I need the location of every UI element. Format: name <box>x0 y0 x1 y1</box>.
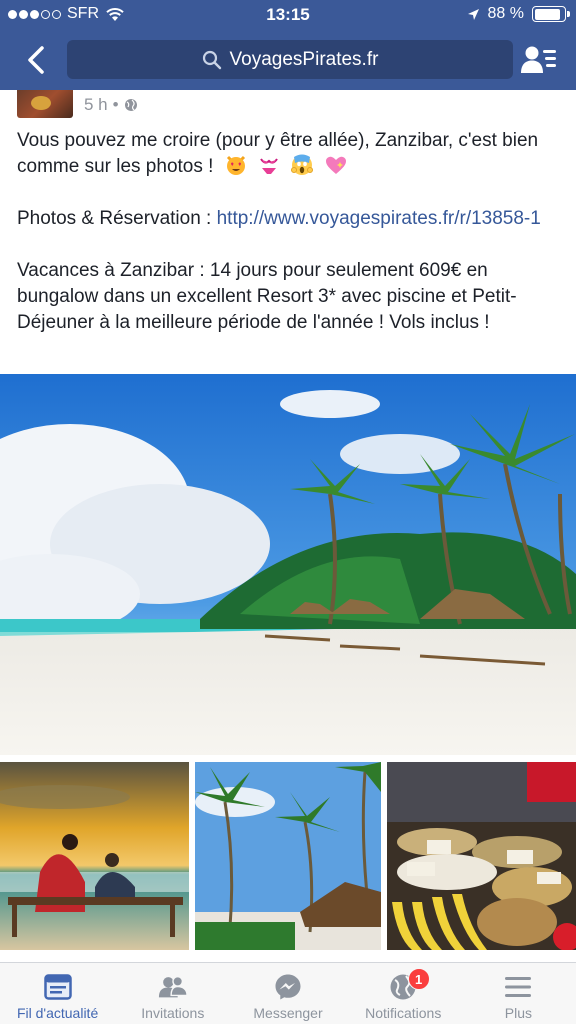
friend-requests-icon <box>521 46 556 73</box>
post-timestamp[interactable]: 5 h • <box>84 95 138 115</box>
bikini-emoji <box>260 158 278 174</box>
sparkling-heart-emoji <box>325 156 346 174</box>
tab-messenger[interactable]: Messenger <box>230 963 345 1024</box>
status-bar: SFR 13:15 88 % <box>0 0 576 32</box>
chevron-left-icon <box>28 46 44 74</box>
post-header: 5 h • <box>17 90 557 118</box>
reservation-label: Photos & Réservation : <box>17 208 217 229</box>
market-spices-photo[interactable] <box>387 762 576 950</box>
friends-icon <box>158 975 188 998</box>
tab-notifications[interactable]: 1 Notifications <box>346 963 461 1024</box>
beach-photo[interactable] <box>0 374 576 755</box>
sunset-couple-photo[interactable] <box>0 762 189 950</box>
search-icon <box>202 50 221 69</box>
friend-requests-button[interactable] <box>520 42 558 78</box>
heart-eyes-cat-emoji <box>226 155 245 175</box>
tab-label: Fil d'actualité <box>16 1005 99 1021</box>
tab-more[interactable]: Plus <box>461 963 576 1024</box>
search-text: VoyagesPirates.fr <box>229 48 379 70</box>
palm-trees-photo[interactable] <box>195 762 381 950</box>
back-button[interactable] <box>18 42 54 78</box>
header-bar: SFR 13:15 88 % VoyagesPirates.fr <box>0 0 576 90</box>
menu-icon <box>505 977 532 997</box>
avatar[interactable] <box>17 90 73 118</box>
tab-label: Messenger <box>253 1005 323 1021</box>
tab-label: Plus <box>504 1005 533 1021</box>
post-body: Vous pouvez me croire (pour y être allée… <box>17 128 562 362</box>
notification-badge: 1 <box>407 968 430 990</box>
globe-icon <box>124 99 137 111</box>
reservation-link[interactable]: http://www.voyagespirates.fr/r/13858-1 <box>217 208 541 229</box>
post-paragraph-1: Vous pouvez me croire (pour y être allée… <box>17 128 562 180</box>
bottom-tab-bar: Fil d'actualité Invitations Messenger 1 … <box>0 962 576 1024</box>
messenger-icon <box>275 974 301 1000</box>
battery-percent: 88 % <box>487 5 524 22</box>
post-time-text: 5 h <box>84 95 108 114</box>
post-paragraph-2: Photos & Réservation : http://www.voyage… <box>17 206 562 232</box>
battery-icon <box>532 6 570 22</box>
scream-emoji <box>291 154 314 175</box>
tab-invitations[interactable]: Invitations <box>115 963 230 1024</box>
separator-dot: • <box>112 95 119 114</box>
tab-label: Invitations <box>141 1005 205 1021</box>
tab-news-feed[interactable]: Fil d'actualité <box>0 963 115 1024</box>
tab-label: Notifications <box>365 1005 442 1021</box>
search-bar[interactable]: VoyagesPirates.fr <box>67 40 513 79</box>
news-feed-icon <box>43 974 72 1000</box>
location-arrow-icon <box>467 8 479 20</box>
post-paragraph-3: Vacances à Zanzibar : 14 jours pour seul… <box>17 260 517 333</box>
navigation-bar: VoyagesPirates.fr <box>0 32 576 90</box>
